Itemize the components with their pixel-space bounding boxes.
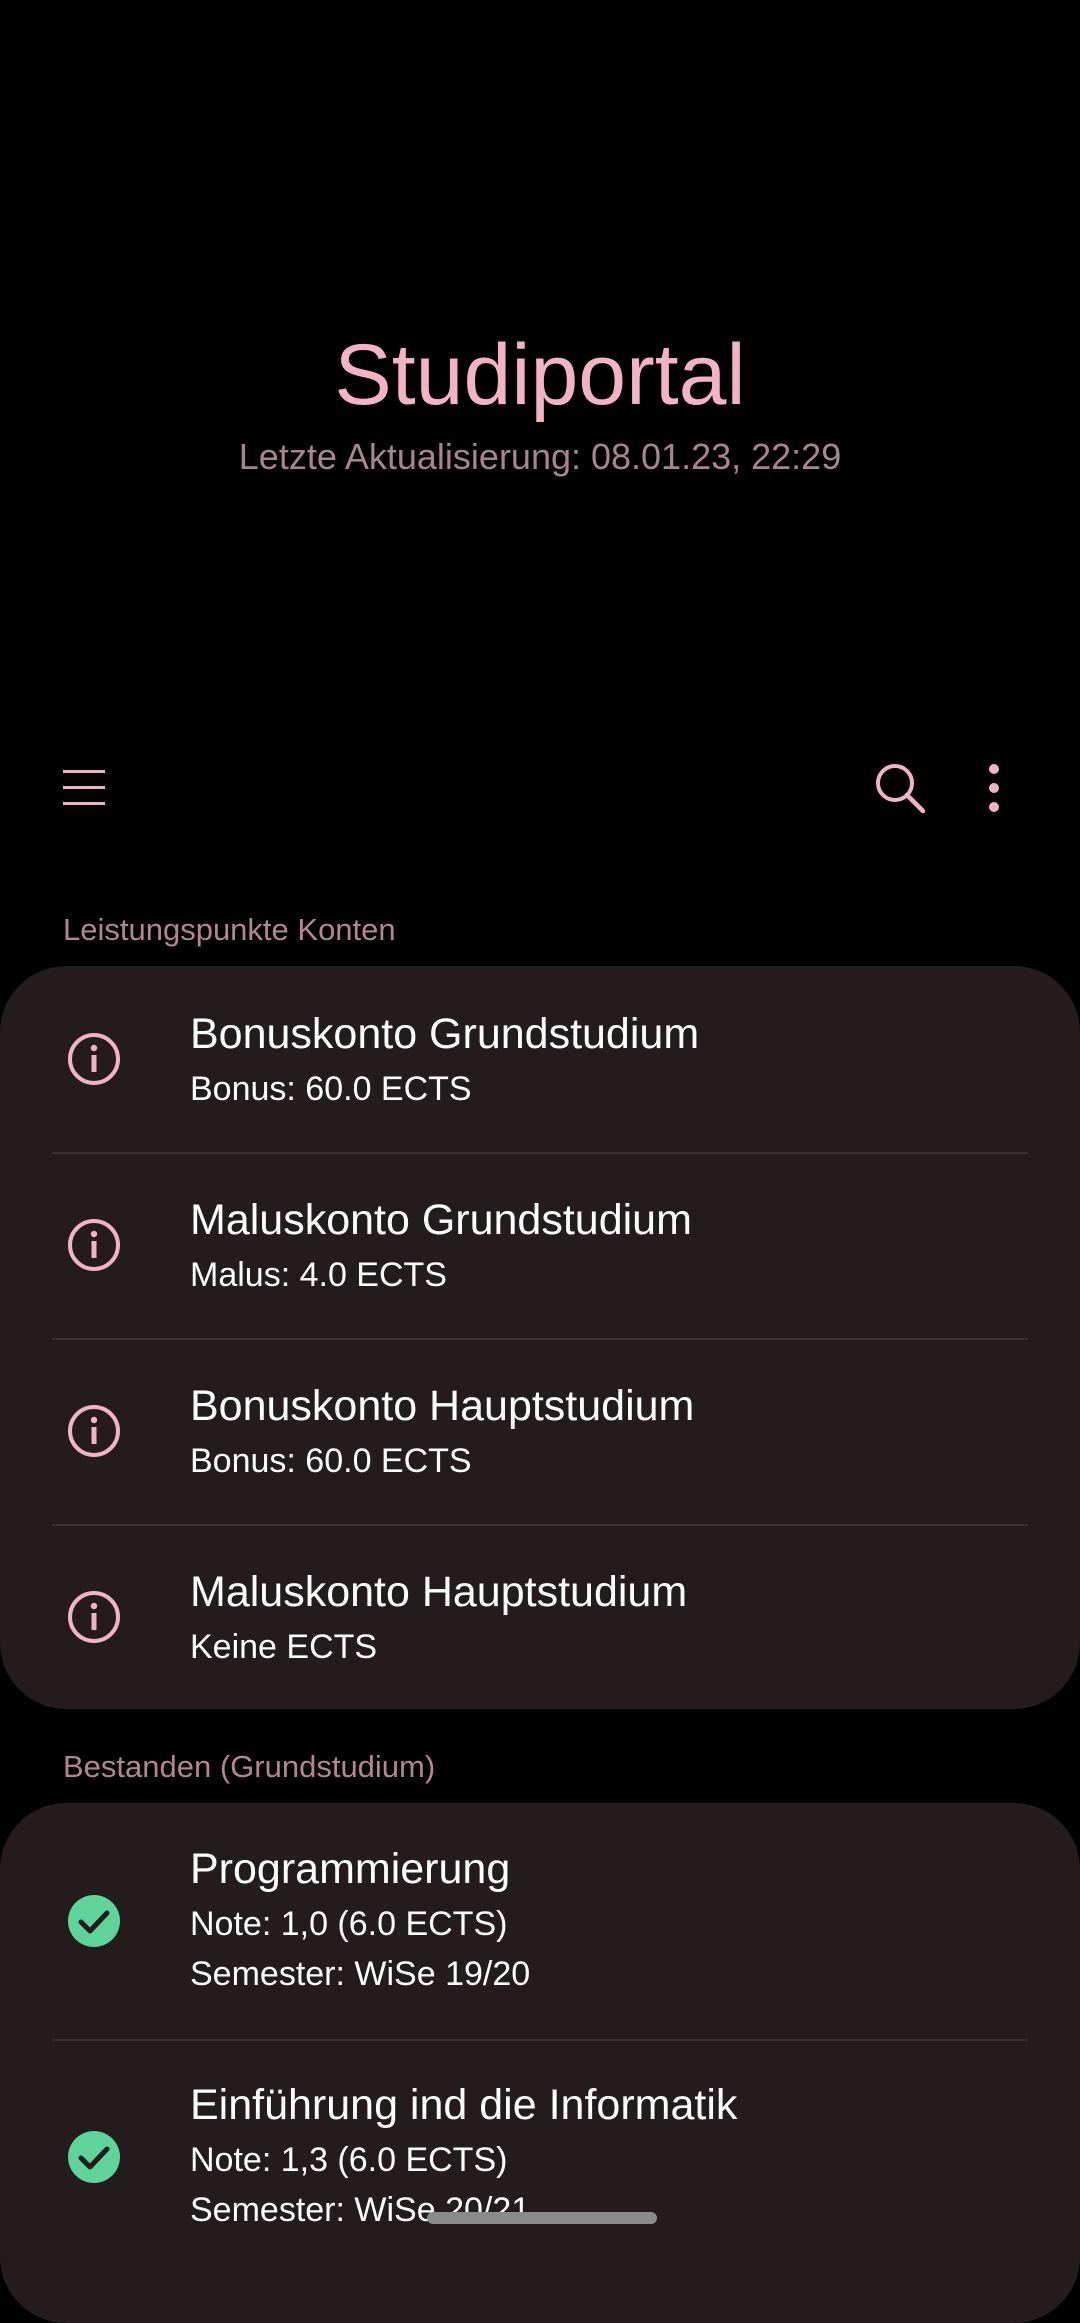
credit-accounts-card: Bonuskonto Grundstudium Bonus: 60.0 ECTS… [0,966,1080,1709]
last-update-text: Letzte Aktualisierung: 08.01.23, 22:29 [238,436,842,477]
menu-icon[interactable] [44,748,124,828]
list-item[interactable]: Bonuskonto Hauptstudium Bonus: 60.0 ECTS [0,1338,1080,1524]
course-title: Programmierung [190,1845,511,1893]
list-item[interactable]: Einführung ind die Informatik Note: 1,3 … [0,2039,1080,2275]
list-item-subtitle: Malus: 4.0 ECTS [190,1256,447,1294]
list-item-title: Maluskonto Hauptstudium [190,1568,688,1616]
check-circle-icon [68,1895,120,1947]
info-icon [68,1033,120,1085]
passed-courses-card: Programmierung Note: 1,0 (6.0 ECTS) Seme… [0,1803,1080,2323]
list-item-title: Maluskonto Grundstudium [190,1196,692,1244]
list-item[interactable]: Bonuskonto Grundstudium Bonus: 60.0 ECTS [0,966,1080,1152]
list-item[interactable]: Maluskonto Grundstudium Malus: 4.0 ECTS [0,1152,1080,1338]
course-grade: Note: 1,3 (6.0 ECTS) [190,2141,508,2179]
course-grade: Note: 1,0 (6.0 ECTS) [190,1905,508,1943]
list-item-subtitle: Bonus: 60.0 ECTS [190,1442,472,1480]
page-title: Studiportal [334,327,746,423]
info-icon [68,1591,120,1643]
check-circle-icon [68,2131,120,2183]
section-header-credit-accounts: Leistungspunkte Konten [63,912,396,947]
list-item-title: Bonuskonto Grundstudium [190,1010,700,1058]
course-semester: Semester: WiSe 20/21 [190,2191,531,2229]
list-item[interactable]: Programmierung Note: 1,0 (6.0 ECTS) Seme… [0,1803,1080,2039]
search-icon[interactable] [860,748,940,828]
info-icon [68,1219,120,1271]
list-item-subtitle: Bonus: 60.0 ECTS [190,1070,472,1108]
list-item[interactable]: Maluskonto Hauptstudium Keine ECTS [0,1524,1080,1709]
toolbar [0,748,1080,828]
info-icon [68,1405,120,1457]
app-header: Studiportal Letzte Aktualisierung: 08.01… [0,0,1080,700]
course-semester: Semester: WiSe 19/20 [190,1955,531,1993]
section-header-passed-basic-studies: Bestanden (Grundstudium) [63,1749,436,1784]
list-item-subtitle: Keine ECTS [190,1628,378,1666]
gesture-nav-handle[interactable] [427,2212,657,2224]
more-vertical-icon[interactable] [954,748,1034,828]
course-title: Einführung ind die Informatik [190,2081,738,2129]
list-item-title: Bonuskonto Hauptstudium [190,1382,695,1430]
